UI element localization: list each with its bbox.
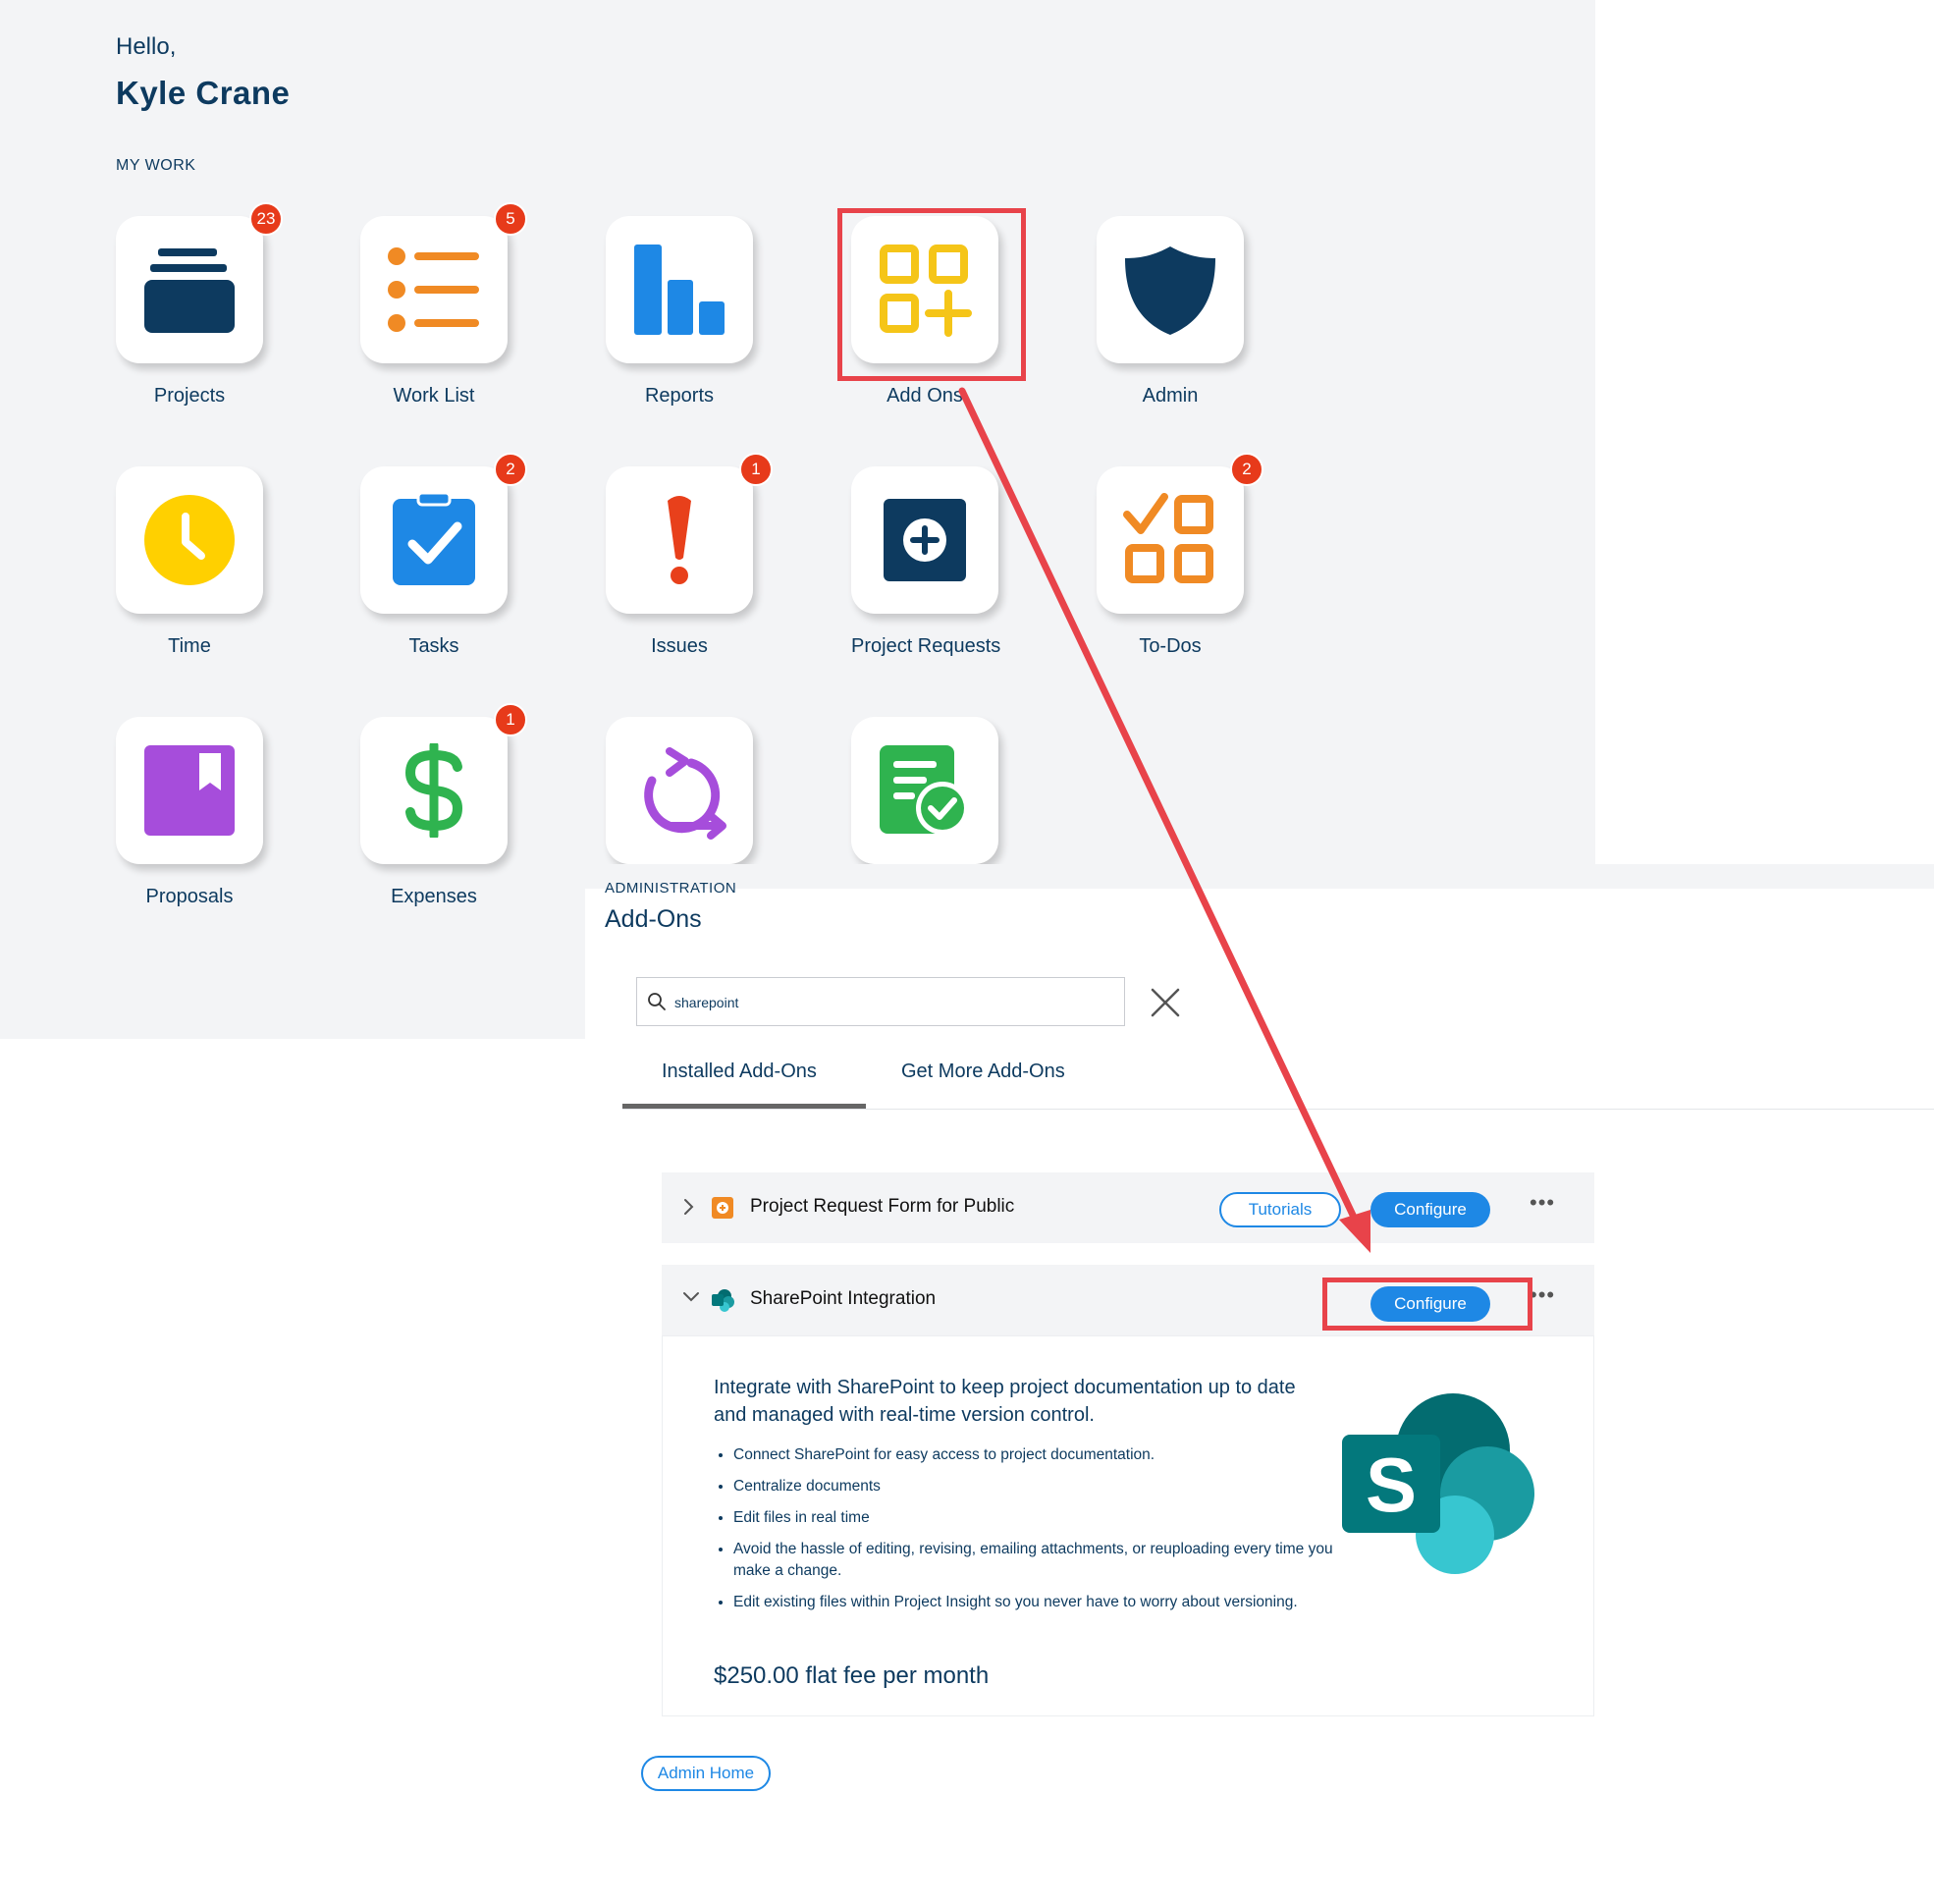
annotation-arrow <box>958 387 1370 1253</box>
